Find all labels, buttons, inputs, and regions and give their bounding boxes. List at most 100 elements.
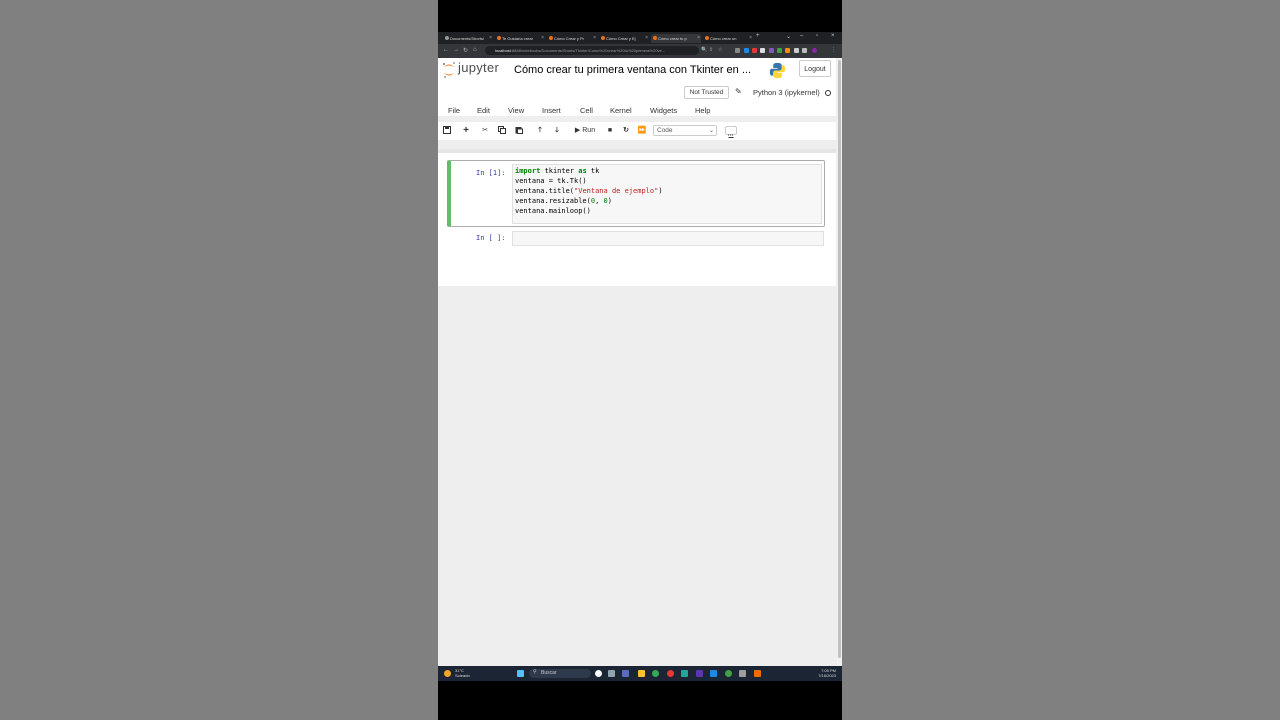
url-bar[interactable]: localhost:8888/notebooks/Documents/Short… — [485, 46, 699, 55]
address-toolbar: ← → ↻ ⌂ localhost:8888/notebooks/Documen… — [438, 44, 842, 58]
move-up-button[interactable]: 🡑 — [534, 125, 546, 136]
minimize-icon[interactable]: – — [800, 33, 803, 39]
app-orange-icon[interactable] — [754, 670, 761, 677]
browser-tab-6[interactable]: Cómo crear un × — [703, 34, 753, 43]
url-path: :8888/notebooks/Documents/Shorts/Tkinter… — [510, 48, 666, 53]
scrollbar-thumb[interactable] — [838, 60, 841, 658]
extension-red-icon[interactable] — [752, 48, 757, 53]
back-icon[interactable]: ← — [443, 47, 449, 53]
zoom-icon[interactable]: 🔍 — [701, 47, 707, 53]
interrupt-button[interactable]: ■ — [604, 125, 616, 136]
restart-button[interactable]: ↻ — [620, 125, 632, 136]
keyboard-shortcuts-button[interactable] — [725, 126, 737, 138]
windows-start-icon[interactable] — [517, 670, 524, 677]
profile-avatar[interactable] — [812, 48, 817, 53]
weather-widget[interactable]: 31°C Soleado — [455, 668, 470, 678]
close-tab-icon[interactable]: × — [593, 34, 596, 43]
app-green-icon[interactable] — [725, 670, 732, 677]
stop-icon: ■ — [607, 127, 613, 134]
code-line: ventana.title("Ventana de ejemplo") — [515, 187, 663, 195]
pencil-edit-icon[interactable]: ✎ — [735, 87, 742, 96]
task-view-icon[interactable] — [608, 670, 615, 677]
close-window-icon[interactable]: × — [831, 33, 835, 39]
menu-cell[interactable]: Cell — [580, 106, 593, 115]
forward-icon[interactable]: → — [453, 47, 459, 53]
jupyter-logo-text[interactable]: jupyter — [458, 60, 499, 75]
jupyter-logo-icon[interactable] — [442, 60, 456, 80]
cut-button[interactable]: ✂ — [479, 125, 491, 136]
logout-button[interactable]: Logout — [799, 60, 831, 77]
terminal-icon[interactable] — [739, 670, 746, 677]
run-button[interactable]: ▶ Run — [571, 125, 599, 136]
menu-view[interactable]: View — [508, 106, 524, 115]
empty-code-cell-input[interactable] — [512, 231, 824, 246]
close-tab-icon[interactable]: × — [749, 34, 752, 43]
extension-download-icon[interactable] — [735, 48, 740, 53]
tab-label: Cómo crear un — [710, 36, 737, 41]
weather-desc: Soleado — [455, 673, 470, 678]
insert-cell-button[interactable]: + — [460, 125, 472, 136]
close-tab-icon[interactable]: × — [541, 34, 544, 43]
extension-orange-icon[interactable] — [785, 48, 790, 53]
page-scrollbar[interactable] — [837, 58, 842, 666]
chrome-icon[interactable] — [652, 670, 659, 677]
extension-blue-icon[interactable] — [744, 48, 749, 53]
app-purple-icon[interactable] — [696, 670, 703, 677]
jupyter-favicon-icon — [601, 36, 605, 40]
copy-button[interactable] — [496, 125, 508, 136]
move-down-button[interactable]: 🡓 — [551, 125, 563, 136]
cell-type-select[interactable]: Code ⌄ — [653, 125, 717, 136]
menu-file[interactable]: File — [448, 106, 460, 115]
close-tab-icon[interactable]: × — [697, 34, 700, 43]
browser-tab-4[interactable]: Cómo Crear y Ej × — [599, 34, 649, 43]
extension-green-icon[interactable] — [777, 48, 782, 53]
chat-icon[interactable] — [622, 670, 629, 677]
code-cell-input[interactable]: import tkinter as tk ventana = tk.Tk() v… — [512, 164, 822, 224]
paste-button[interactable] — [513, 125, 525, 136]
python-logo-icon — [769, 62, 786, 79]
share-icon[interactable]: ⇪ — [709, 47, 713, 53]
app-red-icon[interactable] — [667, 670, 674, 677]
taskbar-search[interactable]: Buscar — [529, 669, 591, 678]
menu-insert[interactable]: Insert — [542, 106, 561, 115]
tab-search-icon[interactable]: ⌄ — [786, 33, 791, 40]
home-icon[interactable]: ⌂ — [473, 47, 477, 53]
weather-icon[interactable] — [444, 670, 451, 677]
save-button[interactable] — [441, 125, 453, 136]
browser-tab-3[interactable]: Cómo Crear y Pr × — [547, 34, 597, 43]
chevron-down-icon: ⌄ — [708, 128, 714, 134]
browser-window: Documents/Shorts/ × Te Gustaría crear × Có… — [438, 32, 842, 666]
menu-help[interactable]: Help — [695, 106, 710, 115]
browser-menu-icon[interactable]: ⋮ — [831, 47, 836, 53]
clock-date: 7/16/2023 — [818, 673, 836, 678]
restart-run-all-button[interactable]: ⏩ — [636, 125, 648, 136]
close-tab-icon[interactable]: × — [489, 34, 492, 43]
not-trusted-button[interactable]: Not Trusted — [684, 86, 729, 99]
kernel-name[interactable]: Python 3 (ipykernel) — [753, 88, 820, 97]
jupyter-favicon-icon — [705, 36, 709, 40]
menu-kernel[interactable]: Kernel — [610, 106, 632, 115]
side-panel-icon[interactable] — [802, 48, 807, 53]
browser-tab-5-active[interactable]: Cómo crear tu p × — [651, 34, 701, 43]
taskbar-clock[interactable]: 7:05 PM 7/16/2023 — [818, 668, 836, 678]
browser-tab-1[interactable]: Documents/Shorts/ × — [443, 34, 493, 43]
menu-edit[interactable]: Edit — [477, 106, 490, 115]
new-tab-button[interactable]: + — [756, 33, 760, 39]
file-explorer-icon[interactable] — [638, 670, 645, 677]
copilot-icon[interactable] — [595, 670, 602, 677]
reload-icon[interactable]: ↻ — [463, 47, 468, 54]
extension-pen-icon[interactable] — [760, 48, 765, 53]
bookmark-star-icon[interactable]: ☆ — [718, 47, 722, 53]
extension-purple-icon[interactable] — [769, 48, 774, 53]
menu-widgets[interactable]: Widgets — [650, 106, 677, 115]
browser-tab-2[interactable]: Te Gustaría crear × — [495, 34, 545, 43]
app-v-icon[interactable] — [681, 670, 688, 677]
vscode-icon[interactable] — [710, 670, 717, 677]
maximize-icon[interactable]: ▫ — [816, 33, 818, 39]
notebook-title[interactable]: Cómo crear tu primera ventana con Tkinte… — [514, 64, 751, 76]
close-tab-icon[interactable]: × — [645, 34, 648, 43]
screen: Documents/Shorts/ × Te Gustaría crear × Có… — [438, 0, 842, 720]
restart-icon: ↻ — [623, 127, 629, 134]
extensions-puzzle-icon[interactable] — [794, 48, 799, 53]
jupyter-favicon-icon — [549, 36, 553, 40]
